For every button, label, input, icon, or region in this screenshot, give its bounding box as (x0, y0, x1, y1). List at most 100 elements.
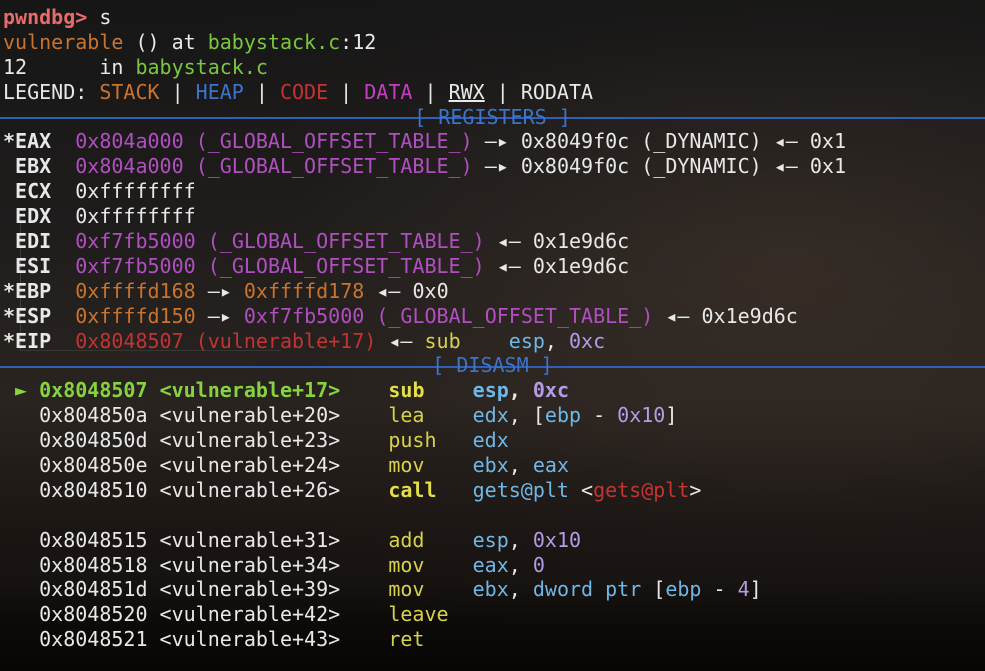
disasm-row: 0x8048520 <vulnerable+42> leave (0, 602, 985, 627)
deref-arrow: ◂— (665, 303, 690, 328)
register-value: 0xf7fb5000 (75, 253, 196, 278)
instr-address: 0x804850e (39, 453, 148, 478)
prompt-command: s (99, 5, 112, 29)
eip-operand-reg: esp (508, 328, 545, 353)
instr-operand: ebx (472, 577, 509, 602)
register-value: 0xffffd168 (75, 278, 196, 303)
disasm-blank-line (0, 503, 985, 528)
instr-address: 0x8048515 (39, 527, 148, 552)
instr-operand: edx (472, 403, 509, 428)
disasm-row: 0x8048521 <vulnerable+43> ret (0, 627, 985, 652)
register-name: EDX (15, 204, 52, 229)
register-symbol: (_GLOBAL_OFFSET_TABLE_) (207, 229, 485, 254)
instr-symbol: <vulnerable+39> (159, 577, 341, 602)
instr-operand: 4 (737, 577, 750, 602)
register-row-edx: EDX 0xffffffff (0, 204, 985, 229)
mem-bracket: ] (665, 403, 678, 428)
register-symbol: (_GLOBAL_OFFSET_TABLE_) (207, 253, 485, 278)
register-value: 0xffffffff (75, 204, 196, 229)
source-line: 12 in babystack.c (0, 55, 985, 80)
deref-value: 0x1 (809, 154, 846, 179)
instr-operand: 0 (532, 552, 545, 577)
location-file: babystack.c (207, 29, 341, 54)
prompt-line: pwndbg> s (0, 5, 985, 30)
register-name: EIP (15, 328, 52, 353)
instr-operand: 0x10 (532, 527, 582, 552)
instr-address: 0x8048521 (39, 627, 148, 652)
register-row-ebp: *EBP 0xffffd168 —▸ 0xffffd178 ◂— 0x0 (0, 279, 985, 304)
register-modified-marker (3, 254, 15, 278)
legend-label: LEGEND: (3, 79, 100, 104)
register-modified-marker (3, 204, 15, 228)
instr-address: 0x804850d (39, 428, 148, 453)
instr-mnemonic: call (388, 477, 437, 502)
deref-arrow: ◂— (496, 253, 521, 278)
legend-sep: | (484, 79, 521, 104)
operand-size: dword ptr (532, 577, 642, 602)
register-modified-marker: * (3, 129, 16, 154)
mem-bracket: [ (653, 577, 666, 602)
deref-symbol: (_DYNAMIC) (641, 129, 762, 154)
instr-operand: eax (532, 453, 569, 478)
register-value: 0x8048507 (75, 328, 184, 353)
deref-value: 0x1e9d6c (532, 253, 630, 278)
register-modified-marker: * (3, 303, 16, 328)
register-value: 0x804a000 (75, 154, 184, 179)
deref-arrow: ◂— (773, 129, 798, 154)
legend-rodata: RODATA (520, 79, 594, 104)
disasm-row-current: ► 0x8048507 <vulnerable+17> sub esp, 0xc (15, 378, 569, 403)
instr-mnemonic: push (388, 428, 437, 453)
instr-symbol: <vulnerable+34> (159, 552, 341, 577)
legend-sep: | (328, 79, 365, 104)
register-name: ESI (15, 253, 52, 278)
legend-rwx: RWX (448, 79, 485, 104)
register-symbol: (_GLOBAL_OFFSET_TABLE_) (195, 154, 473, 179)
deref-value: 0x1e9d6c (701, 303, 798, 328)
source-line-spacer: in (27, 54, 136, 79)
eip-mnemonic: sub (424, 328, 461, 353)
location-function: vulnerable (3, 29, 124, 54)
deref-symbol: (_DYNAMIC) (641, 154, 762, 179)
mem-bracket: [ (532, 403, 545, 428)
deref-value: 0x8049f0c (520, 154, 630, 179)
register-name: EDI (15, 229, 52, 254)
instr-address: 0x8048507 (39, 378, 148, 403)
registers-header: [ REGISTERS ] (0, 105, 985, 130)
disasm-header-label: [ DISASM ] (432, 353, 553, 378)
register-value: 0x804a000 (75, 129, 184, 154)
disasm-row: 0x8048510 <vulnerable+26> call gets@plt … (0, 478, 985, 503)
legend-line: LEGEND: STACK | HEAP | CODE | DATA | RWX… (0, 80, 985, 105)
register-name: EAX (15, 129, 52, 154)
call-target: gets@plt (472, 477, 569, 502)
deref-arrow: ◂— (773, 154, 798, 179)
instr-symbol: <vulnerable+20> (159, 403, 341, 428)
instr-symbol: <vulnerable+23> (159, 428, 341, 453)
legend-data: DATA (364, 79, 413, 104)
disasm-row: 0x8048518 <vulnerable+34> mov eax, 0 (39, 552, 545, 577)
mem-sign: - (701, 577, 738, 602)
register-value: 0xf7fb5000 (75, 229, 196, 254)
legend-code: CODE (279, 79, 329, 104)
register-row-eax: *EAX 0x804a000 (_GLOBAL_OFFSET_TABLE_) —… (0, 129, 985, 154)
deref-arrow: ◂— (388, 328, 413, 353)
terminal-output[interactable]: pwndbg> s vulnerable () at babystack.c:1… (0, 0, 985, 652)
instr-symbol: <vulnerable+42> (159, 602, 341, 627)
deref-value: 0x8049f0c (520, 129, 630, 154)
register-row-ebx: EBX 0x804a000 (_GLOBAL_OFFSET_TABLE_) —▸… (0, 154, 985, 179)
instr-address: 0x8048518 (39, 552, 148, 577)
call-symbol-bracket: > (689, 477, 702, 502)
call-symbol-bracket: < (581, 477, 594, 502)
instr-symbol: <vulnerable+24> (159, 453, 341, 478)
instr-operand: ebx (472, 453, 509, 478)
register-name: EBX (15, 154, 52, 179)
disasm-row: 0x804850a <vulnerable+20> lea edx, [ebp … (39, 403, 678, 428)
register-row-esi: ESI 0xf7fb5000 (_GLOBAL_OFFSET_TABLE_) ◂… (0, 254, 985, 279)
eip-operand-comma: , (544, 328, 570, 353)
instr-address: 0x8048510 (39, 477, 148, 502)
instr-operand: eax (472, 552, 509, 577)
deref-value: 0x1e9d6c (532, 229, 630, 254)
instr-mnemonic: add (388, 527, 425, 552)
register-name: ESP (15, 303, 52, 328)
deref-value: 0xf7fb5000 (243, 303, 365, 328)
instr-operand: esp (472, 378, 509, 403)
